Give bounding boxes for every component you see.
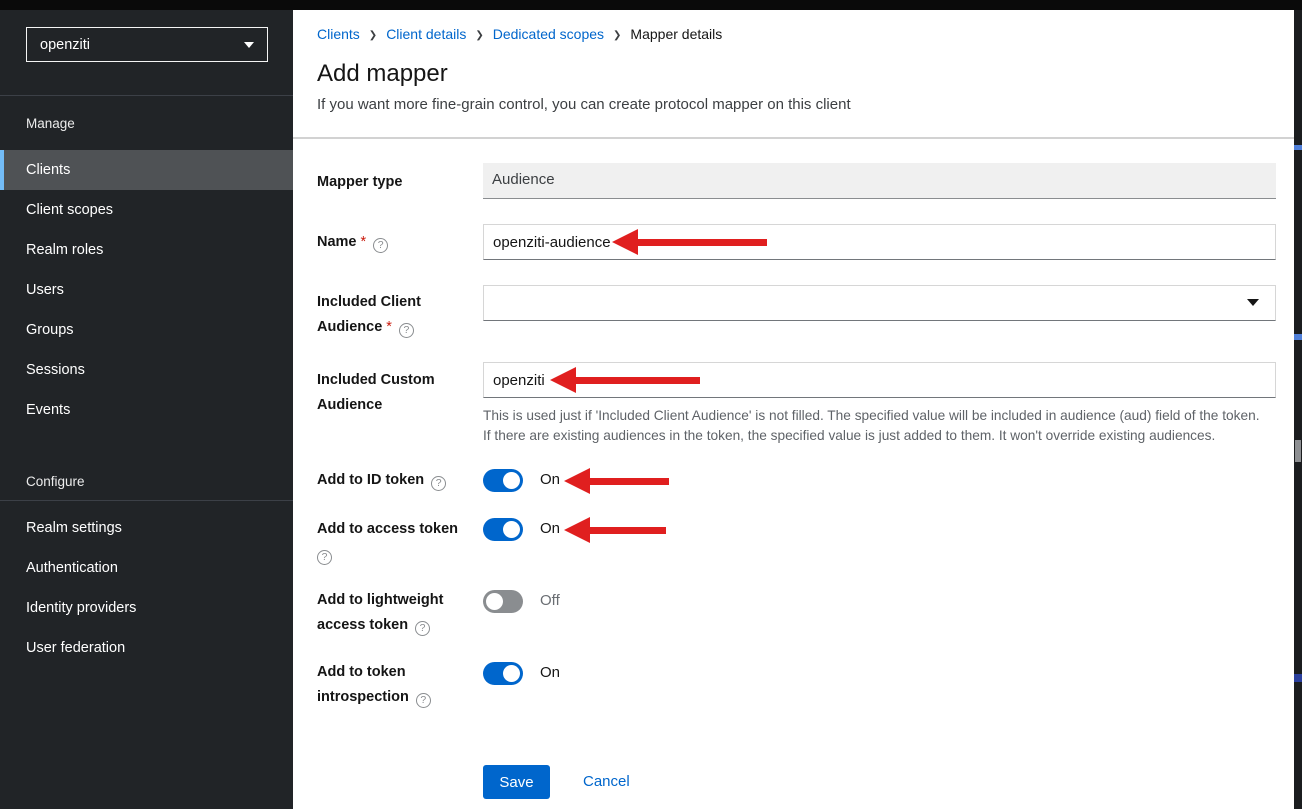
add-to-id-token-toggle[interactable]	[483, 469, 523, 492]
sidebar-item-user-federation[interactable]: User federation	[0, 628, 293, 668]
sidebar-item-realm-roles[interactable]: Realm roles	[0, 230, 293, 270]
chevron-down-icon[interactable]	[1247, 299, 1259, 306]
cancel-button[interactable]: Cancel	[583, 773, 630, 790]
toggle-knob	[503, 665, 520, 682]
breadcrumb-separator-icon: ❯	[475, 28, 483, 41]
add-to-access-token-label: Add to access token ?	[317, 517, 473, 567]
annotation-arrow-access-token	[564, 517, 666, 543]
add-to-id-token-label: Add to ID token?	[317, 468, 473, 493]
required-asterisk: *	[386, 319, 392, 335]
name-label: Name*?	[317, 230, 473, 255]
annotation-arrow-custom-audience	[550, 367, 700, 393]
annotation-arrow-name	[612, 229, 767, 255]
add-to-id-token-state: On	[540, 471, 560, 488]
help-icon[interactable]: ?	[399, 323, 414, 338]
sidebar-item-identity-providers[interactable]: Identity providers	[0, 588, 293, 628]
arrow-tail	[638, 239, 767, 246]
help-icon[interactable]: ?	[317, 550, 332, 565]
toggle-knob	[486, 593, 503, 610]
name-input[interactable]	[483, 224, 1276, 260]
breadcrumb: Clients ❯ Client details ❯ Dedicated sco…	[317, 26, 722, 42]
page-scrollbar[interactable]	[1294, 10, 1302, 809]
page-subtitle: If you want more fine-grain control, you…	[317, 96, 851, 113]
scrollbar-marker	[1294, 145, 1302, 150]
breadcrumb-link-clients[interactable]: Clients	[317, 26, 360, 42]
mapper-type-field: Audience	[483, 163, 1276, 199]
arrow-head-icon	[550, 367, 576, 393]
main-content: Clients ❯ Client details ❯ Dedicated sco…	[293, 10, 1294, 809]
realm-name: openziti	[40, 37, 90, 53]
help-icon[interactable]: ?	[415, 621, 430, 636]
included-custom-audience-helper: This is used just if 'Included Client Au…	[483, 406, 1283, 445]
sidebar-item-realm-settings[interactable]: Realm settings	[0, 508, 293, 548]
breadcrumb-current: Mapper details	[630, 26, 722, 42]
keycloak-admin-console: openziti Manage Clients Client scopes Re…	[0, 0, 1302, 809]
annotation-arrow-id-token	[564, 468, 669, 494]
add-to-token-introspection-toggle[interactable]	[483, 662, 523, 685]
scrollbar-marker	[1294, 334, 1302, 340]
included-custom-audience-label: Included Custom Audience	[317, 368, 473, 418]
add-to-token-introspection-label: Add to token introspection?	[317, 660, 473, 710]
page-title: Add mapper	[317, 60, 448, 88]
add-to-access-token-toggle[interactable]	[483, 518, 523, 541]
breadcrumb-link-client-details[interactable]: Client details	[386, 26, 466, 42]
included-client-audience-select[interactable]	[483, 285, 1276, 321]
nav-section-manage: Manage	[26, 116, 75, 131]
required-asterisk: *	[361, 234, 367, 250]
sidebar-item-sessions[interactable]: Sessions	[0, 350, 293, 390]
mapper-type-label: Mapper type	[317, 170, 473, 195]
add-to-token-introspection-state: On	[540, 664, 560, 681]
sidebar-divider	[0, 500, 293, 501]
add-to-lightweight-access-token-toggle[interactable]	[483, 590, 523, 613]
sidebar-item-events[interactable]: Events	[0, 390, 293, 430]
nav-section-configure: Configure	[26, 474, 85, 489]
arrow-head-icon	[564, 468, 590, 494]
arrow-tail	[576, 377, 700, 384]
toggle-knob	[503, 521, 520, 538]
chevron-down-icon	[244, 42, 254, 48]
sidebar: openziti Manage Clients Client scopes Re…	[0, 10, 293, 809]
add-to-lightweight-access-token-state: Off	[540, 592, 560, 609]
arrow-tail	[590, 478, 669, 485]
sidebar-item-clients[interactable]: Clients	[0, 150, 293, 190]
toggle-knob	[503, 472, 520, 489]
arrow-tail	[590, 527, 666, 534]
breadcrumb-separator-icon: ❯	[613, 28, 621, 41]
breadcrumb-link-dedicated-scopes[interactable]: Dedicated scopes	[493, 26, 604, 42]
sidebar-divider	[0, 95, 293, 96]
sidebar-item-groups[interactable]: Groups	[0, 310, 293, 350]
save-button[interactable]: Save	[483, 765, 550, 799]
masthead-bar	[0, 0, 1302, 10]
breadcrumb-separator-icon: ❯	[369, 28, 377, 41]
sidebar-item-client-scopes[interactable]: Client scopes	[0, 190, 293, 230]
scrollbar-thumb[interactable]	[1295, 440, 1301, 462]
realm-selector-dropdown[interactable]: openziti	[26, 27, 268, 62]
add-to-access-token-state: On	[540, 520, 560, 537]
header-divider	[293, 137, 1294, 139]
add-to-lightweight-access-token-label: Add to lightweight access token?	[317, 588, 473, 638]
arrow-head-icon	[564, 517, 590, 543]
included-client-audience-label: Included Client Audience*?	[317, 290, 473, 340]
help-icon[interactable]: ?	[373, 238, 388, 253]
help-icon[interactable]: ?	[431, 476, 446, 491]
arrow-head-icon	[612, 229, 638, 255]
sidebar-item-users[interactable]: Users	[0, 270, 293, 310]
sidebar-item-authentication[interactable]: Authentication	[0, 548, 293, 588]
scrollbar-marker	[1294, 674, 1302, 682]
help-icon[interactable]: ?	[416, 693, 431, 708]
